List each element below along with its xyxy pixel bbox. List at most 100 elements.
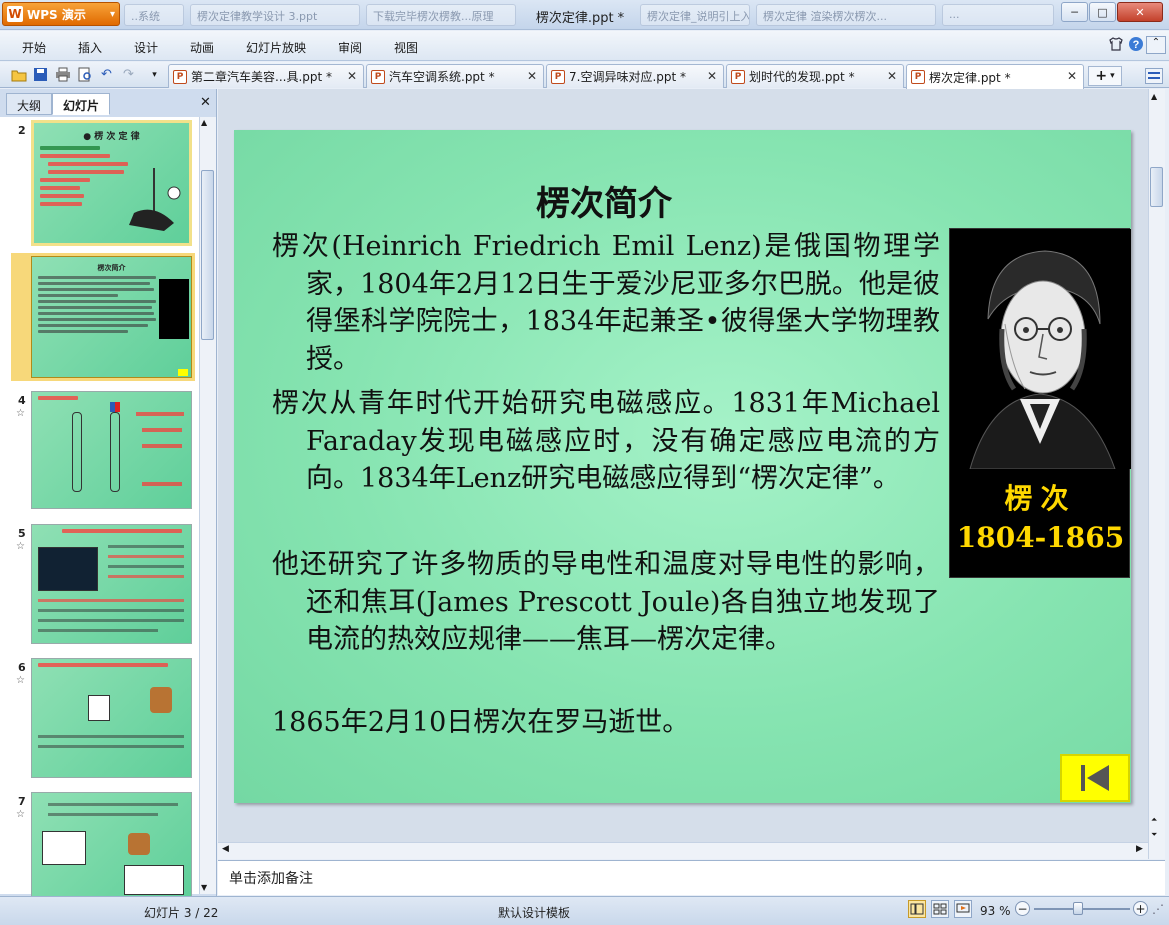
slide-number: 6	[18, 661, 26, 674]
lenz-portrait-drawing	[950, 229, 1131, 469]
shirt-icon[interactable]	[1108, 36, 1124, 56]
skip-back-icon	[1081, 765, 1109, 791]
save-icon[interactable]	[32, 66, 49, 83]
doc-tab[interactable]: P 汽车空调系统.ppt * ✕	[366, 64, 544, 88]
slideshow-view-icon[interactable]	[954, 900, 972, 918]
tab-outline[interactable]: 大纲	[6, 93, 53, 115]
help-icon[interactable]: ?	[1128, 36, 1144, 56]
slide-paragraph[interactable]: 1865年2月10日楞次在罗马逝世。	[272, 704, 940, 742]
slide-number: 2	[18, 124, 26, 137]
minimize-button[interactable]: ─	[1061, 2, 1088, 22]
slide-number: 4	[18, 394, 26, 407]
horizontal-scrollbar[interactable]	[218, 842, 1148, 859]
toolbar-dropdown-icon[interactable]: ▾	[146, 66, 163, 83]
scroll-down-icon[interactable]: ▼	[201, 883, 207, 892]
tab-list-icon[interactable]	[1145, 68, 1163, 84]
doc-tab[interactable]: P 7.空调异味对应.ppt * ✕	[546, 64, 724, 88]
portrait-image[interactable]: 楞次 1804-1865	[949, 228, 1131, 578]
ribbon-toggle-icon[interactable]: ⌃	[1146, 36, 1166, 54]
scroll-up-icon[interactable]: ▲	[201, 118, 207, 127]
redo-icon[interactable]: ↷	[120, 66, 137, 83]
previous-slide-button[interactable]	[1060, 754, 1130, 802]
animation-star-icon: ☆	[16, 408, 25, 419]
slide-title[interactable]: 楞次简介	[234, 176, 974, 225]
doc-tab-label: 7.空调异味对应.ppt *	[569, 70, 687, 84]
close-tab-icon[interactable]: ✕	[527, 69, 537, 83]
maximize-button[interactable]: □	[1089, 2, 1116, 22]
app-menu-button[interactable]: W WPS 演示 ▾	[2, 2, 120, 26]
animation-star-icon: ☆	[16, 541, 25, 552]
wps-logo-icon: W	[7, 6, 23, 22]
undo-icon[interactable]: ↶	[98, 66, 115, 83]
close-tab-icon[interactable]: ✕	[707, 69, 717, 83]
menu-review[interactable]: 审阅	[338, 39, 362, 56]
menu-design[interactable]: 设计	[134, 39, 158, 56]
menu-view[interactable]: 视图	[394, 39, 418, 56]
slide-thumbnail[interactable]: ● 楞 次 定 律	[31, 120, 192, 246]
menu-bar	[0, 31, 1169, 61]
notes-pane[interactable]	[218, 860, 1165, 895]
slide-thumbnail-selected[interactable]: 楞次简介	[31, 256, 192, 378]
scroll-left-icon[interactable]: ◀	[222, 844, 229, 854]
doc-tab[interactable]: P 第二章汽车美容...具.ppt * ✕	[168, 64, 364, 88]
portrait-name: 楞次	[1004, 482, 1077, 515]
ppt-file-icon: P	[731, 69, 745, 84]
slide-sorter-view-icon[interactable]	[931, 900, 949, 918]
close-tab-icon[interactable]: ✕	[887, 69, 897, 83]
slide-paragraph[interactable]: 他还研究了许多物质的导电性和温度对导电性的影响，还和焦耳(James Presc…	[272, 546, 940, 659]
zoom-out-button[interactable]: −	[1015, 901, 1030, 916]
notes-placeholder[interactable]: 单击添加备注	[229, 868, 313, 888]
template-name[interactable]: 默认设计模板	[498, 904, 570, 921]
slide-number: 7	[18, 795, 26, 808]
slide-paragraph[interactable]: 楞次从青年时代开始研究电磁感应。1831年Michael Faraday发现电磁…	[272, 385, 940, 498]
animation-star-icon: ☆	[16, 675, 25, 686]
background-window-tab[interactable]: ..系统	[124, 4, 184, 26]
doc-tab-label: 楞次定律.ppt *	[929, 70, 1011, 85]
slide-counter: 幻灯片 3 / 22	[144, 906, 219, 920]
close-tab-icon[interactable]: ✕	[347, 69, 357, 83]
ppt-file-icon: P	[173, 69, 187, 84]
zoom-slider-thumb[interactable]	[1073, 902, 1083, 915]
svg-text:?: ?	[1133, 39, 1140, 51]
slide-thumbnail[interactable]	[31, 391, 192, 509]
tab-slides[interactable]: 幻灯片	[52, 93, 111, 115]
background-window-tab[interactable]: 楞次定律教学设计 3.ppt	[190, 4, 360, 26]
scroll-page-up-icon[interactable]: ⏶	[1151, 815, 1157, 825]
ppt-file-icon: P	[371, 69, 385, 84]
slide-paragraph[interactable]: 楞次(Heinrich Friedrich Emil Lenz)是俄国物理学家，…	[272, 228, 940, 378]
doc-tab[interactable]: P 划时代的发现.ppt * ✕	[726, 64, 904, 88]
close-panel-icon[interactable]: ✕	[200, 95, 211, 110]
zoom-in-button[interactable]: +	[1133, 901, 1148, 916]
panel-scroll-thumb[interactable]	[201, 170, 214, 340]
animation-star-icon: ☆	[16, 809, 25, 820]
ppt-file-icon: P	[911, 70, 925, 84]
slide-canvas[interactable]: 楞次简介 楞次(Heinrich Friedrich Emil Lenz)是俄国…	[234, 130, 1131, 803]
window-title: 楞次定律.ppt *	[535, 11, 625, 26]
print-icon[interactable]	[54, 66, 71, 83]
background-window-tab[interactable]: 楞次定律 渲染楞次楞次...	[756, 4, 936, 26]
menu-animation[interactable]: 动画	[190, 39, 214, 56]
close-tab-icon[interactable]: ✕	[1067, 69, 1077, 83]
background-window-tab[interactable]: ...	[942, 4, 1054, 26]
menu-slideshow[interactable]: 幻灯片放映	[246, 39, 306, 56]
scroll-right-icon[interactable]: ▶	[1136, 844, 1143, 854]
resize-grip-icon[interactable]: ⋰	[1152, 902, 1164, 916]
close-button[interactable]: ✕	[1117, 2, 1163, 22]
app-name: WPS 演示	[27, 7, 86, 22]
zoom-level[interactable]: 93 %	[980, 904, 1011, 918]
vertical-scroll-thumb[interactable]	[1150, 167, 1163, 207]
doc-tab-label: 划时代的发现.ppt *	[749, 70, 855, 84]
new-tab-button[interactable]: + ▾	[1088, 66, 1122, 86]
slide-thumbnail[interactable]	[31, 792, 192, 896]
slide-thumbnail[interactable]	[31, 658, 192, 778]
menu-home[interactable]: 开始	[22, 39, 46, 56]
portrait-years: 1804-1865	[956, 521, 1125, 554]
doc-tab-active[interactable]: P 楞次定律.ppt * ✕	[906, 64, 1084, 89]
scroll-page-down-icon[interactable]: ⏷	[1151, 830, 1157, 840]
menu-insert[interactable]: 插入	[78, 39, 102, 56]
print-preview-icon[interactable]	[76, 66, 93, 83]
normal-view-icon[interactable]	[908, 900, 926, 918]
open-folder-icon[interactable]	[10, 66, 27, 83]
slide-thumbnail[interactable]	[31, 524, 192, 644]
scroll-up-icon[interactable]: ▲	[1151, 92, 1157, 101]
